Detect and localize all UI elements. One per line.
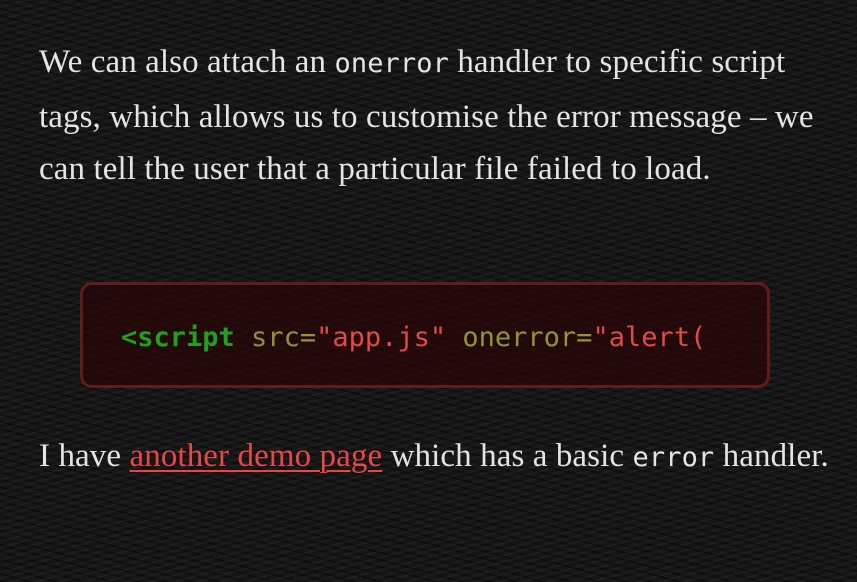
- paragraph-demo-link: I have another demo page which has a bas…: [39, 430, 839, 485]
- code-line: <script src="app.js" onerror="alert(: [121, 321, 706, 355]
- code-attr-src: src=: [234, 322, 317, 353]
- code-tag-script: <script: [121, 322, 235, 353]
- paragraph-text-middle: which has a basic: [382, 438, 633, 474]
- code-block[interactable]: <script src="app.js" onerror="alert(: [80, 282, 770, 388]
- inline-code-onerror: onerror: [334, 48, 449, 79]
- inline-code-error: error: [632, 442, 715, 473]
- code-value-src: "app.js": [316, 322, 447, 353]
- demo-page-link[interactable]: another demo page: [129, 438, 382, 474]
- code-attr-onerror: onerror=: [446, 322, 593, 353]
- paragraph-text-before: I have: [39, 438, 130, 474]
- paragraph-text-before: We can also attach an: [39, 44, 335, 80]
- paragraph-text-after: handler.: [714, 438, 829, 474]
- code-value-onerror: "alert(: [592, 322, 707, 353]
- paragraph-onerror-intro: We can also attach an onerror handler to…: [39, 36, 839, 196]
